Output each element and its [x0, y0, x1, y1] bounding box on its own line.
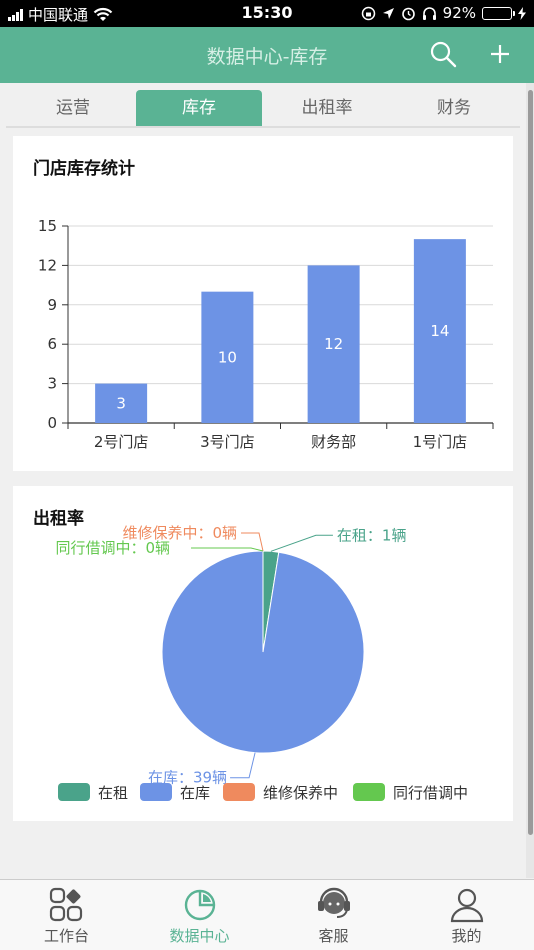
tab-rental-rate[interactable]: 出租率: [264, 90, 390, 126]
legend-item-renting[interactable]: 在租: [58, 782, 128, 802]
tabbar-label: 客服: [318, 927, 349, 945]
y-tick-label: 6: [47, 335, 57, 353]
inventory-title: 门店库存统计: [33, 159, 135, 179]
charging-icon: [518, 6, 526, 20]
headset-icon: [318, 887, 350, 918]
status-right: 92%: [361, 4, 526, 22]
x-tick-label: 2号门店: [94, 433, 149, 451]
rental-card: 出租率 在租：1辆 维修保养中：0辆 同行借调中：0辆 在库：39辆 在租 在库 维修…: [13, 486, 513, 821]
legend-swatch: [353, 783, 385, 801]
orientation-lock-icon: [361, 6, 375, 20]
bar-value-label: 12: [324, 335, 343, 353]
tabbar-label: 工作台: [43, 927, 89, 945]
x-tick-label: 财务部: [311, 433, 356, 451]
pie-label: 在租：1辆: [337, 526, 407, 544]
y-tick-label: 0: [47, 414, 57, 432]
rental-pie-chart: 在租：1辆维修保养中：0辆同行借调中：0辆在库：39辆: [55, 524, 407, 787]
pie-label: 同行借调中：0辆: [55, 539, 170, 557]
legend-label: 在库: [180, 783, 211, 802]
pie-chart-icon: [184, 889, 216, 921]
legend-item-peer-loan[interactable]: 同行借调中: [353, 782, 468, 802]
y-tick-label: 15: [38, 217, 57, 235]
battery-icon: [482, 6, 515, 20]
pie-slice: [161, 550, 365, 754]
legend-item-maintenance[interactable]: 维修保养中: [223, 782, 338, 802]
alarm-icon: [401, 7, 415, 20]
bar-value-label: 14: [430, 322, 449, 340]
scrollbar-thumb[interactable]: [528, 90, 533, 835]
bar-value-label: 10: [218, 348, 237, 366]
tab-operations[interactable]: 运营: [10, 90, 136, 126]
plus-icon[interactable]: [486, 39, 514, 69]
tab-inventory[interactable]: 库存: [136, 90, 262, 126]
tabbar-item-data-center[interactable]: 数据中心: [133, 880, 266, 950]
y-tick-label: 12: [38, 256, 57, 274]
tabbar-item-customer-service[interactable]: 客服: [267, 880, 400, 950]
tabbar-item-workbench[interactable]: 工作台: [0, 880, 133, 950]
y-tick-label: 9: [47, 296, 57, 314]
headphones-icon: [422, 6, 436, 20]
legend-swatch: [58, 783, 90, 801]
leader-line: [191, 547, 264, 552]
category-tabs: 运营 库存 出租率 财务: [6, 90, 520, 128]
leader-line: [270, 534, 333, 552]
leader-line: [230, 752, 256, 779]
tabbar-label: 数据中心: [169, 927, 230, 945]
rental-title: 出租率: [33, 509, 84, 529]
x-tick-label: 1号门店: [413, 433, 468, 451]
legend-item-in-stock[interactable]: 在库: [140, 782, 210, 802]
legend-label: 维修保养中: [263, 783, 339, 802]
bottom-tabbar: 工作台 数据中心 客服 我的: [0, 879, 534, 950]
user-icon: [450, 888, 484, 923]
y-tick-label: 3: [47, 375, 57, 393]
grid-icon: [49, 887, 83, 922]
bar-value-label: 3: [116, 394, 126, 412]
battery-percent: 92%: [442, 4, 476, 22]
search-icon[interactable]: [428, 39, 458, 69]
legend-label: 同行借调中: [393, 783, 469, 802]
tabbar-item-mine[interactable]: 我的: [400, 880, 533, 950]
x-tick-label: 3号门店: [200, 433, 255, 451]
legend-swatch: [140, 783, 172, 801]
inventory-card: 门店库存统计 0 3 6 9 12 15 3 2号门店 10 3号门店 12 财务部 14 1号门店: [13, 136, 513, 471]
legend-label: 在租: [98, 783, 129, 802]
inventory-bar-chart: 0 3 6 9 12 15 3 2号门店 10 3号门店 12 财务部 14 1号门店: [38, 217, 494, 451]
tab-finance[interactable]: 财务: [391, 90, 517, 126]
location-icon: [382, 7, 394, 19]
legend-swatch: [223, 783, 255, 801]
status-bar: 中国联通 15:30 92%: [0, 0, 534, 27]
tabbar-label: 我的: [451, 927, 482, 945]
app-header: 数据中心-库存: [0, 27, 534, 83]
